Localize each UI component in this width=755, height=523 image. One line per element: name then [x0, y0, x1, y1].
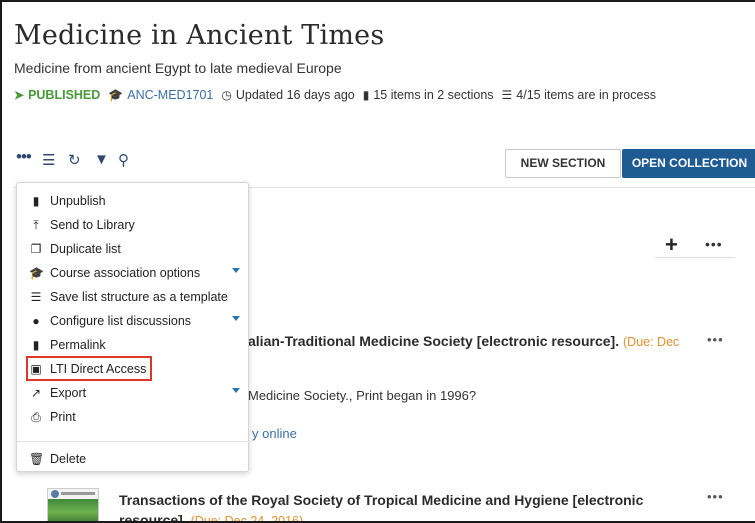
- link-file-icon: ▮: [32, 338, 40, 352]
- list-toolbar: ••• ☰ ↻ ▼ ⚲ NEW SECTION OPEN COLLECTION: [14, 147, 755, 179]
- item-more-icon[interactable]: •••: [707, 489, 724, 504]
- item-title[interactable]: Transactions of the Royal Society of Tro…: [119, 492, 643, 508]
- trash-icon: 🗑: [29, 452, 45, 466]
- file-icon: ▮: [32, 194, 40, 208]
- course-link[interactable]: 🎓 ANC-MED1701: [108, 88, 213, 102]
- graduation-cap-icon: 🎓: [29, 266, 44, 280]
- item-title[interactable]: alian-Traditional Medicine Society [elec…: [248, 333, 679, 349]
- list-view-icon[interactable]: ☰: [42, 151, 55, 169]
- print-icon: ⎙: [31, 409, 41, 424]
- filter-icon[interactable]: ▼: [94, 151, 109, 168]
- menu-item-delete[interactable]: 🗑 Delete: [17, 448, 250, 470]
- list-header: Medicine in Ancient Times Medicine from …: [14, 20, 754, 102]
- journal-logo-icon: [51, 490, 59, 498]
- paper-plane-icon: ➤: [14, 88, 25, 102]
- menu-divider: [17, 441, 250, 442]
- updated-info: ◷ Updated 16 days ago: [221, 88, 355, 102]
- pin-icon: ⤒: [33, 217, 39, 232]
- menu-item-save-template[interactable]: ☰ Save list structure as a template: [17, 286, 250, 308]
- page-frame: Medicine in Ancient Times Medicine from …: [0, 0, 755, 523]
- section-actions: + •••: [655, 230, 735, 258]
- menu-item-course-association[interactable]: 🎓 Course association options: [17, 262, 250, 284]
- more-options-icon[interactable]: •••: [16, 147, 32, 167]
- item-availability-link[interactable]: y online: [252, 426, 297, 441]
- chevron-down-icon: [232, 268, 240, 273]
- clock-icon: ◷: [221, 88, 232, 102]
- section-more-icon[interactable]: •••: [705, 236, 723, 252]
- book-icon: ▮: [362, 88, 370, 102]
- new-section-button[interactable]: NEW SECTION: [505, 149, 621, 178]
- menu-item-duplicate-list[interactable]: ❐ Duplicate list: [17, 238, 250, 260]
- menu-item-permalink[interactable]: ▮ Permalink: [17, 334, 250, 356]
- export-icon: ↗: [30, 386, 42, 400]
- page-subtitle: Medicine from ancient Egypt to late medi…: [14, 60, 342, 76]
- search-icon[interactable]: ⚲: [118, 151, 129, 169]
- status-badge: ➤ PUBLISHED: [14, 88, 101, 102]
- menu-item-print[interactable]: ⎙ Print: [17, 406, 250, 428]
- page-title: Medicine in Ancient Times: [14, 20, 385, 51]
- item-title-continued[interactable]: resource]. (Due: Dec 24, 2016): [119, 512, 303, 521]
- menu-item-send-to-library[interactable]: ⤒ Send to Library: [17, 214, 250, 236]
- item-cover-image: [47, 488, 99, 521]
- lti-direct-access-highlight: [26, 356, 152, 381]
- list-meta: ➤ PUBLISHED 🎓 ANC-MED1701 ◷ Updated 16 d…: [14, 88, 754, 102]
- menu-item-export[interactable]: ↗ Export: [17, 382, 250, 404]
- process-count: ☰ 4/15 items are in process: [501, 88, 656, 102]
- chevron-down-icon: [232, 316, 240, 321]
- open-collection-button[interactable]: OPEN COLLECTION: [622, 149, 755, 178]
- item-description: Medicine Society., Print began in 1996?: [248, 388, 477, 403]
- list-icon: ☰: [30, 290, 42, 304]
- graduation-cap-icon: 🎓: [108, 88, 124, 102]
- menu-item-unpublish[interactable]: ▮ Unpublish: [17, 190, 250, 212]
- add-item-icon[interactable]: +: [665, 232, 678, 258]
- refresh-icon[interactable]: ↻: [68, 151, 81, 169]
- copy-icon: ❐: [30, 242, 42, 256]
- items-count: ▮ 15 items in 2 sections: [362, 88, 494, 102]
- chevron-down-icon: [232, 388, 240, 393]
- menu-item-configure-discussions[interactable]: ● Configure list discussions: [17, 310, 250, 332]
- more-options-menu: ▮ Unpublish ⤒ Send to Library ❐ Duplicat…: [16, 182, 250, 472]
- tasks-icon: ☰: [501, 88, 513, 102]
- comments-icon: ●: [32, 314, 40, 328]
- item-more-icon[interactable]: •••: [707, 332, 724, 347]
